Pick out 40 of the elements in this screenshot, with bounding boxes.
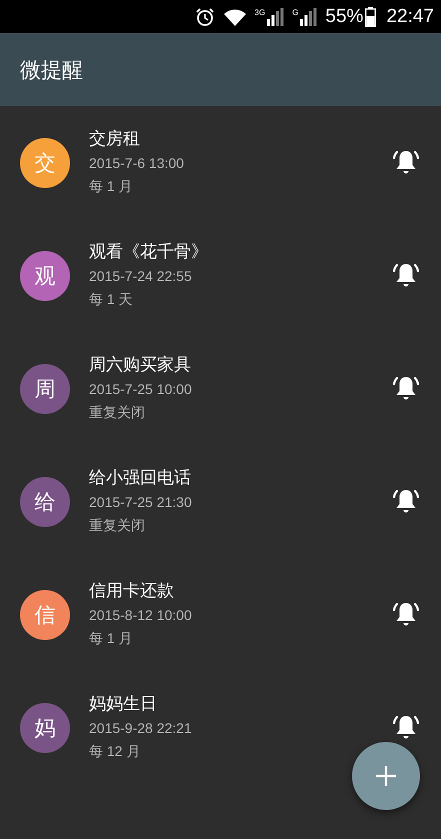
battery-icon [365,6,376,26]
reminder-title: 给小强回电话 [89,467,192,490]
signal-icon [299,8,318,26]
reminder-title: 信用卡还款 [89,580,175,603]
reminder-item[interactable]: 交 交房租 2015-7-6 13:00 每 1 月 [0,106,441,219]
repeat-label: 每 1 月 [89,629,134,648]
reminder-datetime: 2015-7-6 13:00 [89,154,185,173]
reminder-title: 周六购买家具 [89,354,192,377]
reminder-item[interactable]: 观 观看《花千骨》 2015-7-24 22:55 每 1 天 [0,219,441,332]
network-type-label: 3G [254,8,266,16]
reminder-item[interactable]: 给 给小强回电话 2015-7-25 21:30 重复关闭 [0,445,441,558]
repeat-label: 重复关闭 [89,516,146,535]
reminder-item[interactable]: 周 周六购买家具 2015-7-25 10:00 重复关闭 [0,332,441,445]
reminder-datetime: 2015-7-25 21:30 [89,493,193,512]
plus-icon [375,765,397,787]
reminder-datetime: 2015-9-28 22:21 [89,719,193,738]
repeat-label: 每 1 天 [89,290,134,309]
reminder-title: 妈妈生日 [89,693,158,716]
alarm-clock-icon [194,6,215,26]
repeat-label: 重复关闭 [89,403,146,422]
reminder-datetime: 2015-8-12 10:00 [89,606,193,625]
avatar-initial: 周 [20,364,70,414]
wifi-icon [222,6,247,26]
battery-percentage: 55% [325,6,364,28]
reminder-datetime: 2015-7-24 22:55 [89,267,193,286]
avatar-initial: 观 [20,250,70,300]
clock-time: 22:47 [386,6,434,28]
avatar-initial: 交 [20,138,70,188]
repeat-label: 每 12 月 [89,742,142,761]
network-type-label: G [292,8,298,16]
avatar-initial: 妈 [20,702,70,752]
avatar-initial: 信 [20,590,70,640]
app-title: 微提醒 [20,56,83,84]
reminder-title: 观看《花千骨》 [89,241,209,264]
reminder-title: 交房租 [89,128,141,151]
avatar-initial: 给 [20,476,70,526]
signal-icon [266,8,284,26]
repeat-label: 每 1 月 [89,177,134,196]
reminder-datetime: 2015-7-25 10:00 [89,380,193,399]
reminder-item[interactable]: 信 信用卡还款 2015-8-12 10:00 每 1 月 [0,558,441,671]
